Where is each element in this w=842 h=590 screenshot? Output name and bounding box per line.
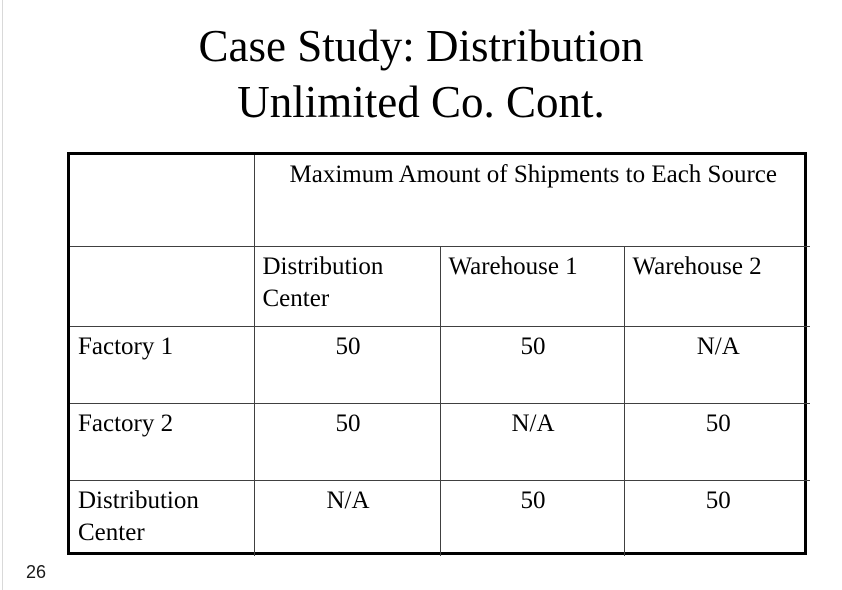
page-number: 26 xyxy=(26,562,47,582)
table-column-header-warehouse-2: Warehouse 2 xyxy=(623,245,811,327)
table-column-header-warehouse-1: Warehouse 1 xyxy=(439,245,625,327)
table-header-group: Maximum Amount of Shipments to Each Sour… xyxy=(253,155,811,247)
page-title: Case Study: Distribution Unlimited Co. C… xyxy=(0,18,842,130)
shipment-capacity-table: Maximum Amount of Shipments to Each Sour… xyxy=(67,152,811,556)
table-row: Distribution Center N/A 50 50 xyxy=(70,479,811,556)
table-row: Factory 2 50 N/A 50 xyxy=(70,402,811,481)
table-cell-factory-1-warehouse-2: N/A xyxy=(623,325,811,404)
table-row-label-factory-2: Factory 2 xyxy=(70,402,255,481)
table-row-label-factory-1: Factory 1 xyxy=(70,325,255,404)
table-row-column-headers: Distribution Center Warehouse 1 Warehous… xyxy=(70,245,811,327)
table-row: Factory 1 50 50 N/A xyxy=(70,325,811,404)
table-cell-factory-2-warehouse-1: N/A xyxy=(439,402,625,481)
table-cell-corner-blank-sub xyxy=(70,245,255,327)
table-row-group-header: Maximum Amount of Shipments to Each Sour… xyxy=(70,155,811,247)
table-column-header-distribution-center: Distribution Center xyxy=(253,245,441,327)
page-title-line-1: Case Study: Distribution xyxy=(198,21,644,71)
shipment-capacity-table-grid: Maximum Amount of Shipments to Each Sour… xyxy=(70,155,811,556)
table-cell-distribution-center-warehouse-2: 50 xyxy=(623,479,811,556)
table-cell-factory-1-warehouse-1: 50 xyxy=(439,325,625,404)
table-cell-corner-blank xyxy=(70,155,255,247)
table-cell-distribution-center-distribution-center: N/A xyxy=(253,479,441,556)
table-cell-factory-2-distribution-center: 50 xyxy=(253,402,441,481)
table-cell-factory-2-warehouse-2: 50 xyxy=(623,402,811,481)
table-row-label-distribution-center: Distribution Center xyxy=(70,479,255,556)
table-cell-factory-1-distribution-center: 50 xyxy=(253,325,441,404)
table-cell-distribution-center-warehouse-1: 50 xyxy=(439,479,625,556)
page-title-line-2: Unlimited Co. Cont. xyxy=(237,77,605,127)
